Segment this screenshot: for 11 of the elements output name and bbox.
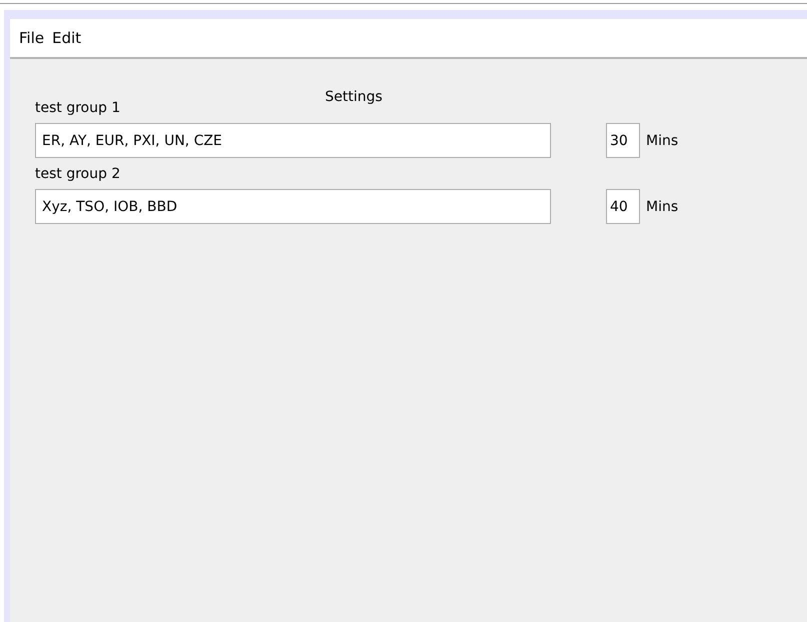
menu-item[interactable]: File — [15, 29, 48, 47]
menu-item[interactable]: Edit — [48, 29, 86, 47]
input-field[interactable]: ER, AY, EUR, PXI, UN, CZE — [35, 123, 551, 158]
group-label: test group 1 — [35, 100, 120, 116]
minutes-field[interactable]: 40 — [606, 189, 640, 224]
input-field[interactable]: Xyz, TSO, IOB, BBD — [35, 189, 551, 224]
unit-label: Mins — [646, 132, 678, 148]
unit-label: Mins — [646, 198, 678, 214]
group-label: test group 2 — [35, 166, 120, 182]
minutes-field[interactable]: 30 — [606, 123, 640, 158]
section-title: Settings — [325, 89, 382, 105]
